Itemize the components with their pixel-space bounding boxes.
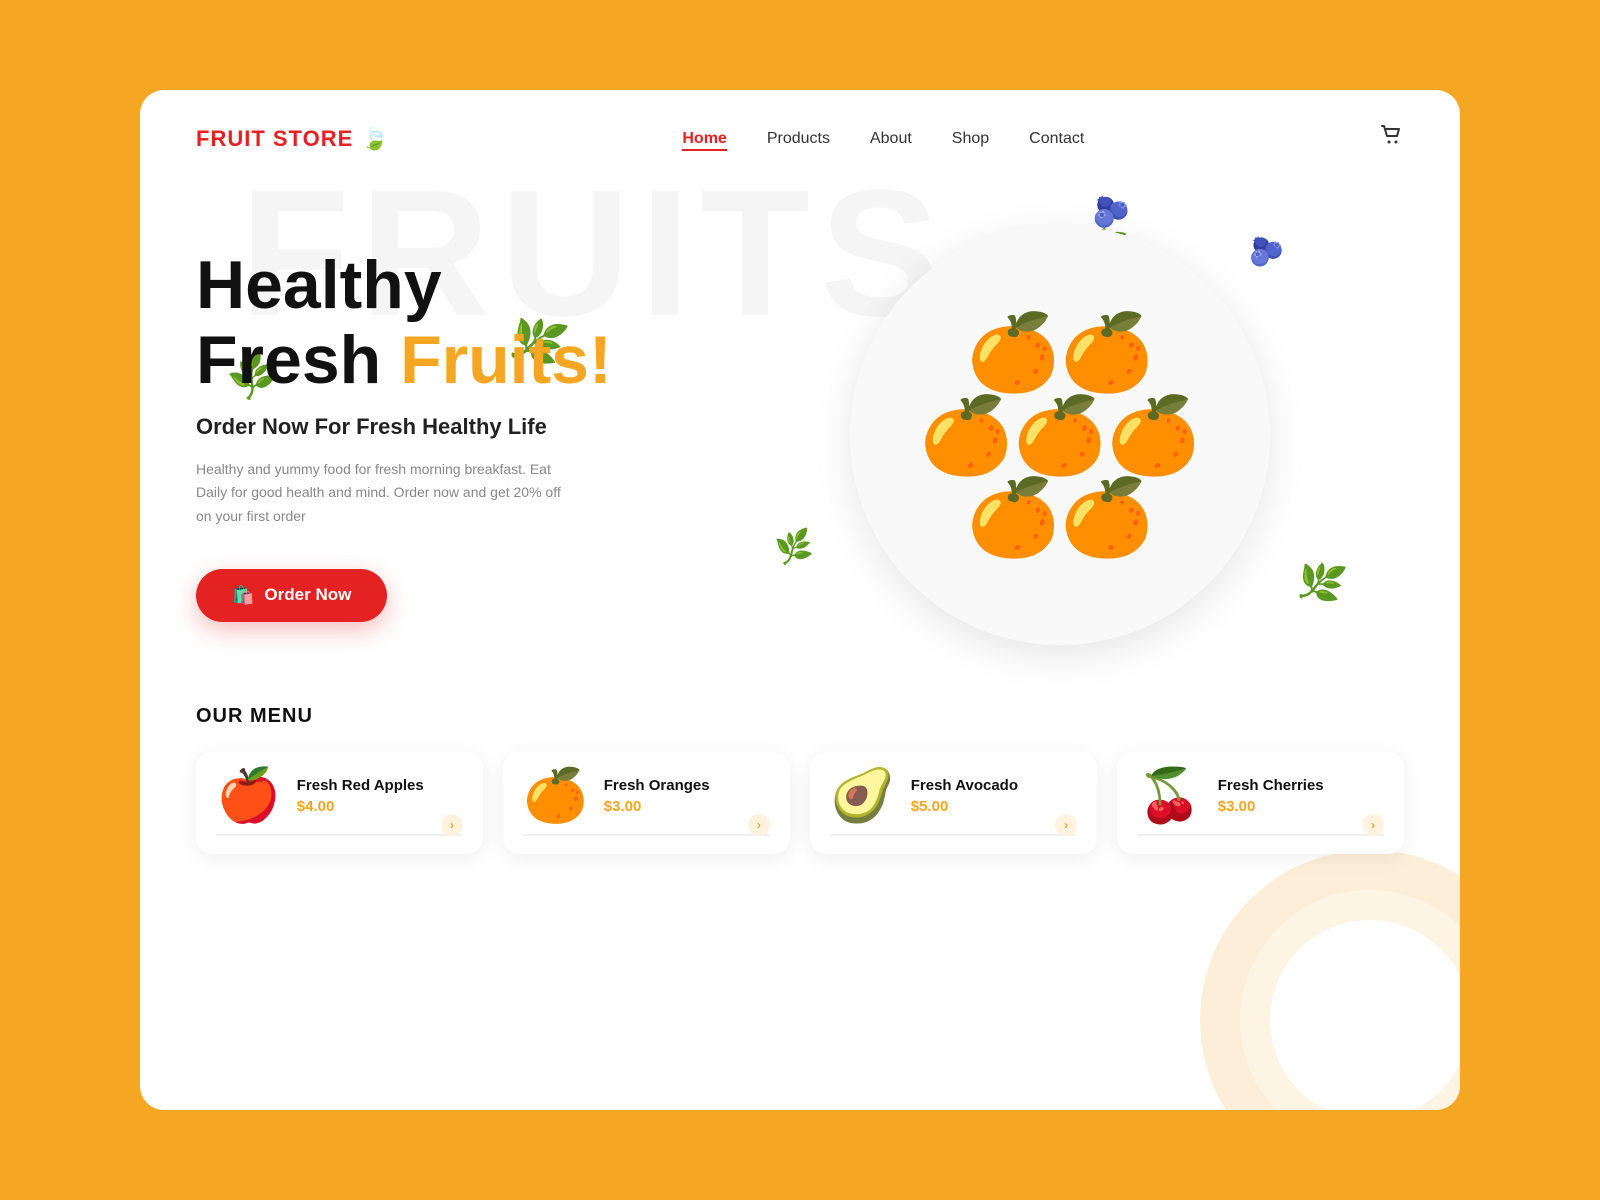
bg-watermark-circle [1200,850,1460,1110]
menu-card-cherries-divider [1137,834,1384,836]
nav-item-products[interactable]: Products [767,130,830,148]
hero-heading-line1: Healthy [196,247,442,323]
menu-card-oranges-divider [523,834,770,836]
menu-card-apples[interactable]: 🍎 Fresh Red Apples $4.00 › [196,752,483,854]
menu-card-apples-info: Fresh Red Apples $4.00 [297,777,463,815]
hero-heading-highlight: Fruits! [400,322,612,398]
nav-link-contact[interactable]: Contact [1029,130,1084,147]
logo-text: FRUIT STORE [196,126,353,152]
nav-item-home[interactable]: Home [682,130,726,148]
menu-card-cherries-info: Fresh Cherries $3.00 [1218,777,1384,815]
hero-subheading: Order Now For Fresh Healthy Life [196,414,716,440]
nav-item-shop[interactable]: Shop [952,130,989,148]
menu-card-avocado-arrow[interactable]: › [1055,814,1077,836]
orange-icon: 🍊 [523,770,588,822]
main-card: FRUITS FRUIT STORE 🍃 Home Products About… [140,90,1460,1110]
nav-links: Home Products About Shop Contact [682,130,1084,148]
menu-card-oranges[interactable]: 🍊 Fresh Oranges $3.00 › [503,752,790,854]
navbar: FRUIT STORE 🍃 Home Products About Shop C… [140,90,1460,155]
menu-card-avocado-divider [830,834,1077,836]
menu-card-avocado-top: 🥑 Fresh Avocado $5.00 [830,770,1077,822]
menu-card-cherries-name: Fresh Cherries [1218,777,1384,794]
nav-link-products[interactable]: Products [767,130,830,147]
menu-card-apples-price: $4.00 [297,798,463,815]
menu-card-apples-divider [216,834,463,836]
hero-left: Healthy Fresh Fruits! Order Now For Fres… [196,248,716,622]
menu-card-cherries-price: $3.00 [1218,798,1384,815]
menu-section-title: OUR MENU [196,705,1404,728]
order-now-button[interactable]: 🛍️ Order Now [196,569,387,622]
menu-grid: 🍎 Fresh Red Apples $4.00 › 🍊 Fresh Orang… [196,752,1404,854]
nav-link-shop[interactable]: Shop [952,130,989,147]
menu-card-avocado-price: $5.00 [911,798,1077,815]
shopping-bag-icon: 🛍️ [232,585,254,606]
nav-item-contact[interactable]: Contact [1029,130,1084,148]
menu-card-avocado-name: Fresh Avocado [911,777,1077,794]
cart-icon[interactable] [1378,122,1404,155]
menu-card-cherries-top: 🍒 Fresh Cherries $3.00 [1137,770,1384,822]
menu-card-oranges-arrow[interactable]: › [748,814,770,836]
oranges-display: 🍊🍊 🍊🍊🍊 🍊🍊 [920,311,1200,559]
menu-card-avocado[interactable]: 🥑 Fresh Avocado $5.00 › [810,752,1097,854]
order-btn-label: Order Now [264,585,351,605]
nav-item-about[interactable]: About [870,130,912,148]
menu-card-apples-top: 🍎 Fresh Red Apples $4.00 [216,770,463,822]
logo-leaf-icon: 🍃 [361,126,388,152]
nav-link-home[interactable]: Home [682,130,726,151]
menu-card-apples-arrow[interactable]: › [441,814,463,836]
menu-card-oranges-name: Fresh Oranges [604,777,770,794]
menu-card-oranges-info: Fresh Oranges $3.00 [604,777,770,815]
hero-heading: Healthy Fresh Fruits! [196,248,716,398]
hero-plate-container: 🍊🍊 🍊🍊🍊 🍊🍊 [830,205,1290,665]
hero-heading-line2-normal: Fresh [196,322,400,398]
hero-right: 🌿 🫐 🌿 🫐 🌿 🍊🍊 🍊🍊🍊 🍊🍊 [716,205,1404,665]
logo: FRUIT STORE 🍃 [196,126,389,152]
plate-circle: 🍊🍊 🍊🍊🍊 🍊🍊 [850,225,1270,645]
float-leaf-bottom-left: 🌿 [773,527,816,568]
menu-card-avocado-info: Fresh Avocado $5.00 [911,777,1077,815]
menu-card-cherries-arrow[interactable]: › [1362,814,1384,836]
menu-card-apples-name: Fresh Red Apples [297,777,463,794]
menu-card-oranges-price: $3.00 [604,798,770,815]
menu-card-cherries[interactable]: 🍒 Fresh Cherries $3.00 › [1117,752,1404,854]
apple-icon: 🍎 [216,770,281,822]
nav-link-about[interactable]: About [870,130,912,147]
float-leaf-bottom-right: 🌿 [1292,556,1349,611]
hero-section: 🌿 🌿 🫐 Healthy Fresh Fruits! Order Now Fo… [140,155,1460,675]
menu-section: OUR MENU 🍎 Fresh Red Apples $4.00 › 🍊 [140,675,1460,854]
cherry-icon: 🍒 [1137,770,1202,822]
avocado-icon: 🥑 [830,770,895,822]
hero-description: Healthy and yummy food for fresh morning… [196,458,576,529]
menu-card-oranges-top: 🍊 Fresh Oranges $3.00 [523,770,770,822]
